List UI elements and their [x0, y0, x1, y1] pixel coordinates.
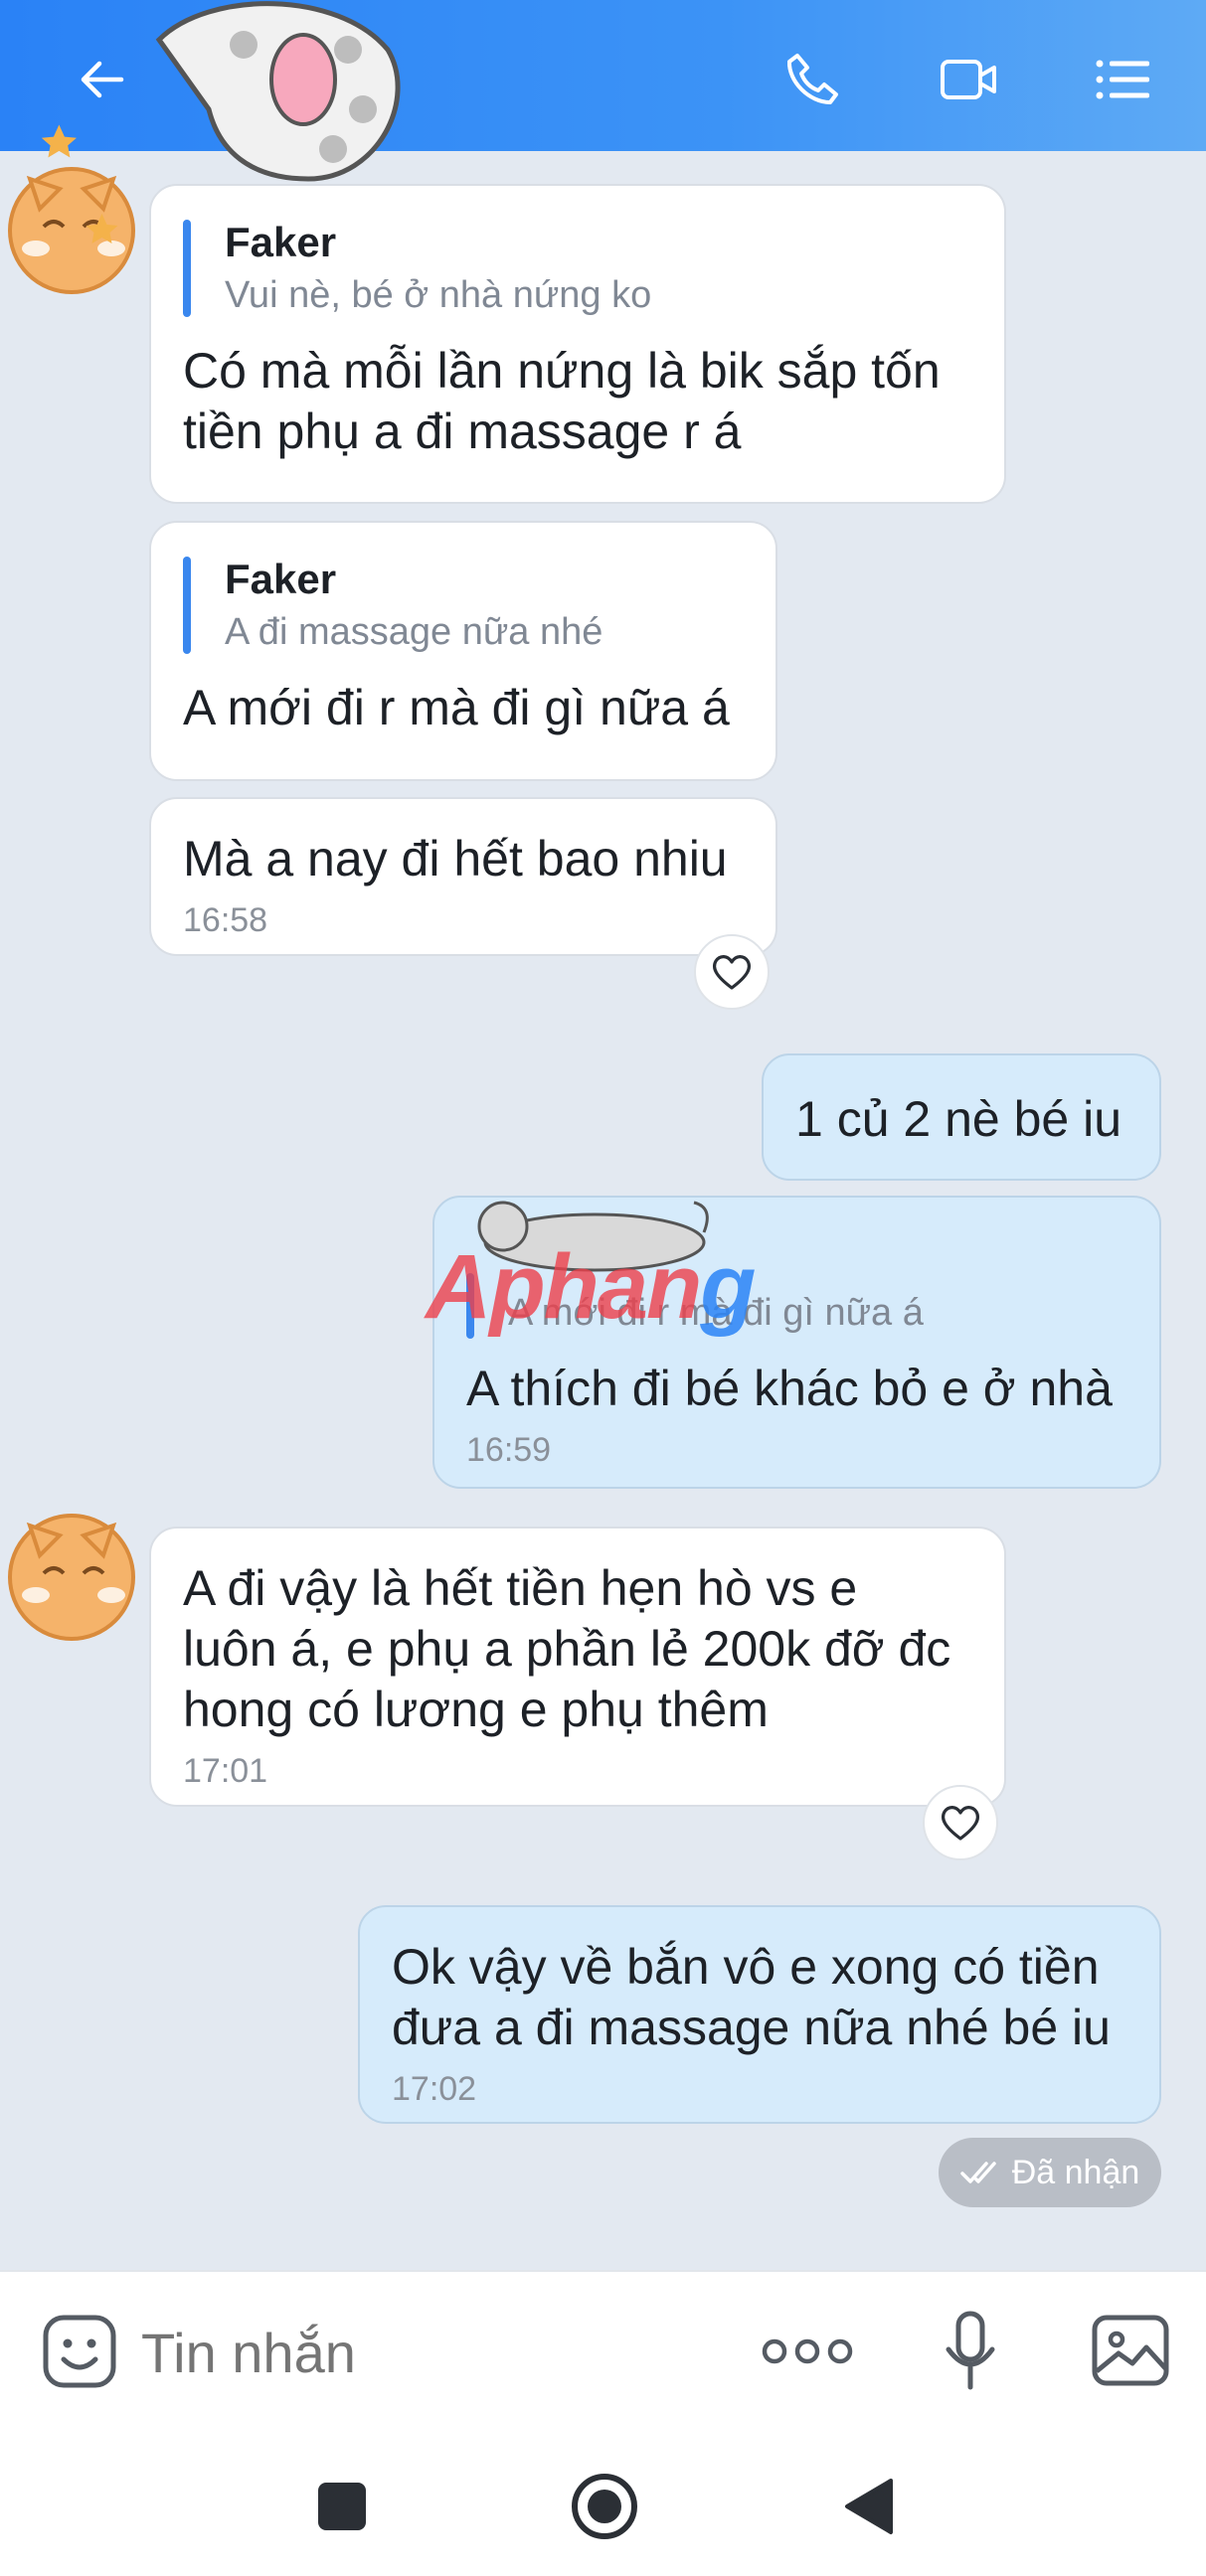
quote-author: Faker — [225, 219, 337, 265]
message-text: 1 củ 2 nè bé iu — [795, 1091, 1122, 1147]
watermark-logo: Aphang — [426, 1235, 756, 1340]
image-gallery-icon — [1092, 2315, 1169, 2386]
quote-bar — [183, 557, 191, 654]
video-camera-icon — [941, 60, 996, 99]
quoted-reply[interactable]: Faker Vui nè, bé ở nhà nứng ko — [183, 216, 972, 321]
system-back-button[interactable] — [829, 2467, 909, 2546]
message-time: 16:58 — [183, 901, 268, 939]
react-heart-button[interactable] — [923, 1785, 998, 1860]
message-text: Có mà mỗi lần nứng là bik sắp tốn tiền p… — [183, 343, 941, 459]
message-bubble-sent[interactable]: 1 củ 2 nè bé iu — [762, 1053, 1161, 1181]
message-bubble-received[interactable]: A đi vậy là hết tiền hẹn hò vs e luôn á,… — [149, 1527, 1006, 1807]
phone-icon — [786, 54, 838, 104]
message-text: A thích đi bé khác bỏ e ở nhà — [466, 1361, 1113, 1416]
system-nav-bar — [0, 2427, 1206, 2576]
voice-record-button[interactable] — [941, 2310, 1000, 2393]
message-text: Mà a nay đi hết bao nhiu — [183, 831, 728, 886]
cat-avatar — [8, 124, 135, 294]
react-heart-button[interactable] — [694, 934, 770, 1010]
message-text: A mới đi r mà đi gì nữa á — [183, 680, 730, 735]
watermark-red: Aphan — [426, 1236, 702, 1338]
message-bubble-received[interactable]: Faker A đi massage nữa nhé A mới đi r mà… — [149, 521, 777, 781]
back-button[interactable] — [62, 40, 141, 119]
quote-author: Faker — [225, 556, 337, 602]
circle-home-icon — [572, 2474, 637, 2539]
quote-bar — [183, 220, 191, 317]
message-time: 16:59 — [466, 1431, 552, 1469]
image-picker-button[interactable] — [1090, 2308, 1173, 2391]
delivery-status-badge: Đã nhận — [939, 2138, 1161, 2207]
quote-text: A đi massage nữa nhé — [225, 611, 603, 653]
message-bubble-received[interactable]: Faker Vui nè, bé ở nhà nứng ko Có mà mỗi… — [149, 184, 1006, 504]
paw-sticker — [155, 1, 401, 182]
quoted-reply[interactable]: Faker A đi massage nữa nhé — [183, 553, 744, 658]
list-menu-icon — [1096, 60, 1149, 99]
message-time: 17:02 — [392, 2070, 477, 2108]
arrow-left-icon — [81, 61, 124, 98]
watermark-blue: g — [700, 1236, 756, 1338]
emoji-button[interactable] — [38, 2310, 121, 2393]
sticker-emoji-icon — [43, 2315, 116, 2388]
message-time: 17:01 — [183, 1752, 268, 1790]
delivery-status-label: Đã nhận — [1011, 2153, 1140, 2191]
message-input-bar — [0, 2270, 1206, 2429]
double-check-icon — [959, 2162, 996, 2183]
menu-button[interactable] — [1084, 40, 1163, 119]
more-options-button[interactable] — [758, 2316, 857, 2387]
heart-icon — [712, 955, 752, 990]
voice-call-button[interactable] — [772, 40, 851, 119]
message-bubble-sent[interactable]: Ok vậy về bắn vô e xong có tiền đưa a đi… — [358, 1905, 1161, 2124]
message-text: A đi vậy là hết tiền hẹn hò vs e luôn á,… — [183, 1560, 951, 1737]
more-dots-icon — [762, 2338, 853, 2364]
message-bubble-received[interactable]: Mà a nay đi hết bao nhiu 16:58 — [149, 797, 777, 956]
message-input[interactable] — [139, 2312, 720, 2393]
triangle-back-icon — [845, 2479, 893, 2534]
cat-avatar — [8, 1514, 135, 1641]
home-button[interactable] — [565, 2467, 644, 2546]
video-call-button[interactable] — [929, 40, 1008, 119]
message-text: Ok vậy về bắn vô e xong có tiền đưa a đi… — [392, 1939, 1111, 2055]
microphone-icon — [946, 2311, 995, 2390]
quote-text: Vui nè, bé ở nhà nứng ko — [225, 274, 652, 316]
recents-button[interactable] — [302, 2467, 382, 2546]
heart-icon — [941, 1806, 980, 1841]
square-icon — [318, 2483, 366, 2530]
